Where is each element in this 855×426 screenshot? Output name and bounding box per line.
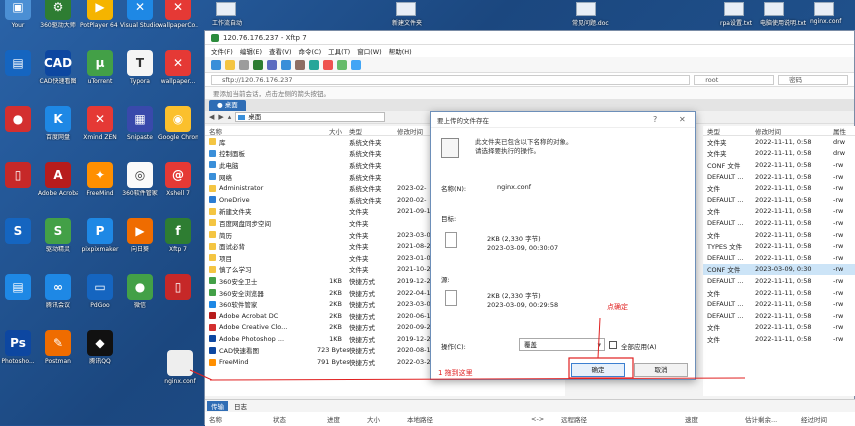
ok-highlight-box <box>568 357 634 379</box>
ok-annotation-arrow <box>597 317 601 359</box>
drag-annotation-line <box>209 377 746 381</box>
annotation-overlay <box>189 317 746 381</box>
drag-annotation-pointer <box>189 369 213 381</box>
annotation-click-ok: 点确定 <box>607 303 628 311</box>
annotation-drag-here: 1 拖到这里 <box>438 369 473 377</box>
